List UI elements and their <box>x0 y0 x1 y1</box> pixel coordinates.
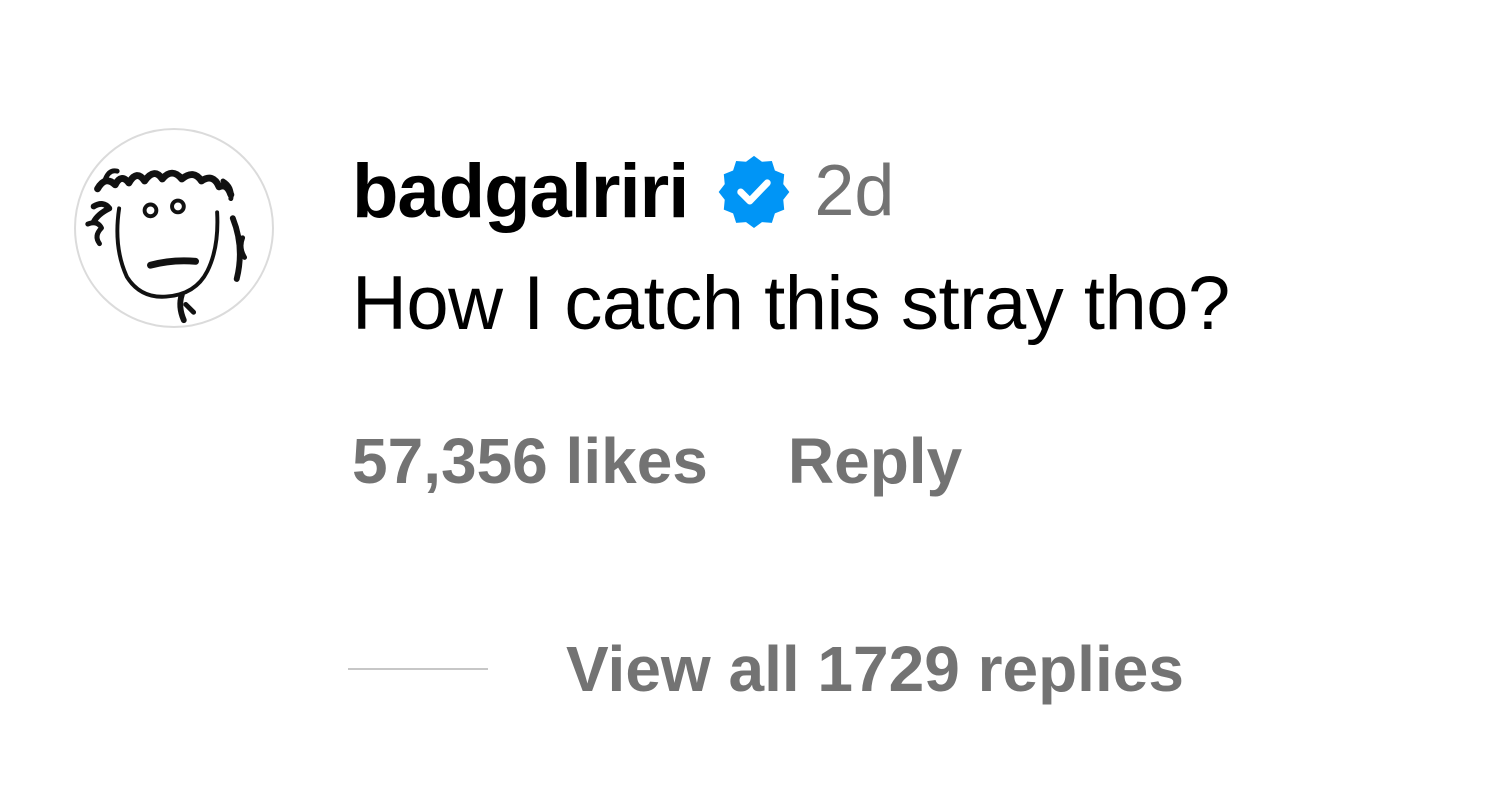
timestamp: 2d <box>814 151 895 231</box>
comment-text: How I catch this stray tho? <box>352 261 1230 346</box>
avatar-sketch-icon <box>85 168 248 324</box>
avatar[interactable] <box>74 128 274 328</box>
username-link[interactable]: badgalriri <box>352 148 689 235</box>
reply-button[interactable]: Reply <box>788 424 962 498</box>
comment-header: badgalriri 2d <box>352 146 894 236</box>
comment-actions: 57,356 likes Reply <box>352 424 962 498</box>
likes-count[interactable]: 57,356 likes <box>352 424 708 498</box>
replies-divider-line <box>348 668 488 670</box>
view-replies-label: View all 1729 replies <box>566 633 1184 705</box>
verified-badge-icon <box>716 153 792 229</box>
comment: badgalriri 2d How I catch this stray tho… <box>0 0 1500 800</box>
view-replies-button[interactable]: View all 1729 replies <box>348 632 1184 706</box>
